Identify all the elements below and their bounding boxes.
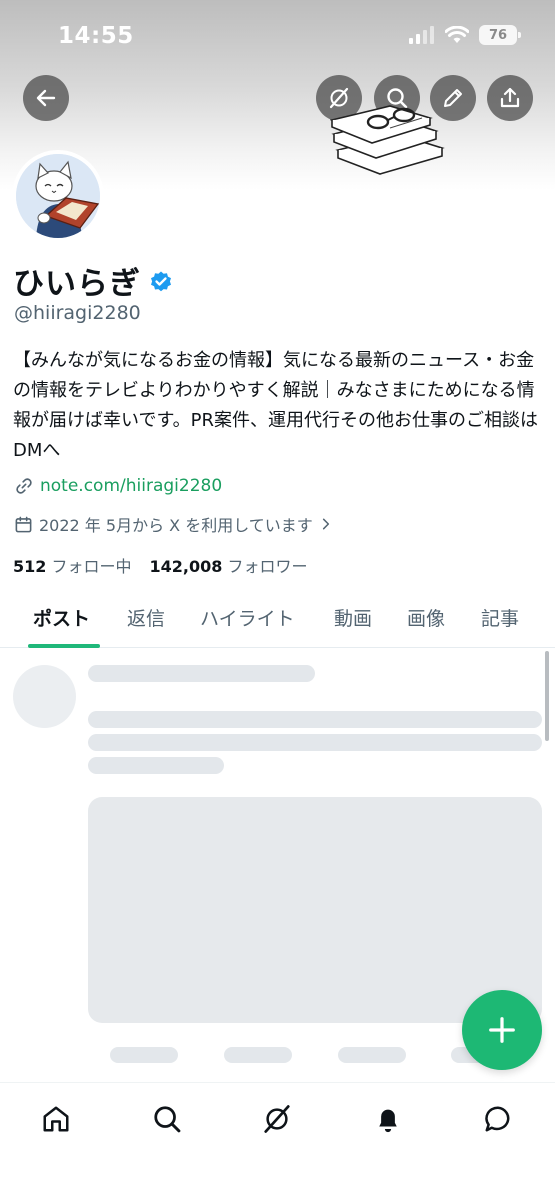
tab-posts[interactable]: ポスト [33,604,90,631]
tab-videos[interactable]: 動画 [334,604,372,631]
followers-link[interactable]: 142,008 フォロワー [150,553,308,577]
battery-indicator: 76 [479,25,521,45]
skeleton-avatar [13,665,76,728]
tab-replies[interactable]: 返信 [127,604,165,631]
search-icon [154,1106,181,1133]
cat-reading-illustration [16,154,100,238]
grok-icon [264,1105,290,1133]
nav-messages[interactable] [480,1101,516,1137]
followers-label: フォロワー [227,557,308,576]
signal-icon [409,26,434,44]
tab-highlights[interactable]: ハイライト [200,604,295,631]
profile-bio: 【みんなが気になるお金の情報】気になる最新のニュース・お金の情報をテレビよりわか… [13,350,539,461]
plus-icon [489,1017,515,1043]
link-icon [16,478,32,494]
followers-count: 142,008 [149,557,223,576]
profile-joined-row[interactable]: 2022 年 5月から X を利用しています [14,512,333,536]
skeleton-media [88,797,542,1023]
skeleton-line [88,757,224,774]
new-post-button[interactable] [462,990,542,1070]
profile-link-row[interactable]: note.com/hiiragi2280 [14,476,222,496]
nav-grok[interactable] [259,1101,295,1137]
tab-articles[interactable]: 記事 [481,604,519,631]
books-illustration [330,105,445,175]
follow-stats: 512 フォロー中 142,008 フォロワー [13,553,308,577]
home-icon [43,1106,69,1132]
skeleton-line [88,665,315,682]
profile-link[interactable]: note.com/hiiragi2280 [40,476,222,496]
back-arrow-icon [36,89,56,107]
calendar-icon [15,516,32,532]
share-icon [500,87,520,108]
messages-icon [485,1106,510,1132]
share-button[interactable] [487,75,533,121]
skeleton-action [110,1047,178,1063]
bottom-nav [0,1082,555,1200]
back-button[interactable] [23,75,69,121]
profile-handle: @hiiragi2280 [14,302,141,324]
avatar[interactable] [12,150,104,242]
verified-badge-icon [151,271,171,291]
nav-home[interactable] [38,1101,74,1137]
following-count: 512 [13,557,47,576]
skeleton-action [224,1047,292,1063]
profile-tabs: ポスト 返信 ハイライト 動画 画像 記事 [0,600,555,648]
status-icons: 76 [409,25,521,45]
profile-name: ひいらぎ [13,266,141,302]
status-time: 14:55 [58,23,134,49]
chevron-right-icon [322,518,329,530]
notifications-icon [379,1109,397,1133]
nav-notifications[interactable] [370,1101,406,1137]
wifi-icon [445,26,469,43]
following-label: フォロー中 [51,557,132,576]
profile-name-row: ひいらぎ [13,258,173,303]
following-link[interactable]: 512 フォロー中 [13,553,132,577]
skeleton-line [88,734,542,751]
tab-images[interactable]: 画像 [407,604,445,631]
skeleton-action [338,1047,406,1063]
skeleton-line [88,711,542,728]
scrollbar[interactable] [545,651,549,741]
profile-joined-text: 2022 年 5月から X を利用しています [39,516,313,535]
nav-search[interactable] [149,1101,185,1137]
active-tab-indicator [28,644,100,648]
